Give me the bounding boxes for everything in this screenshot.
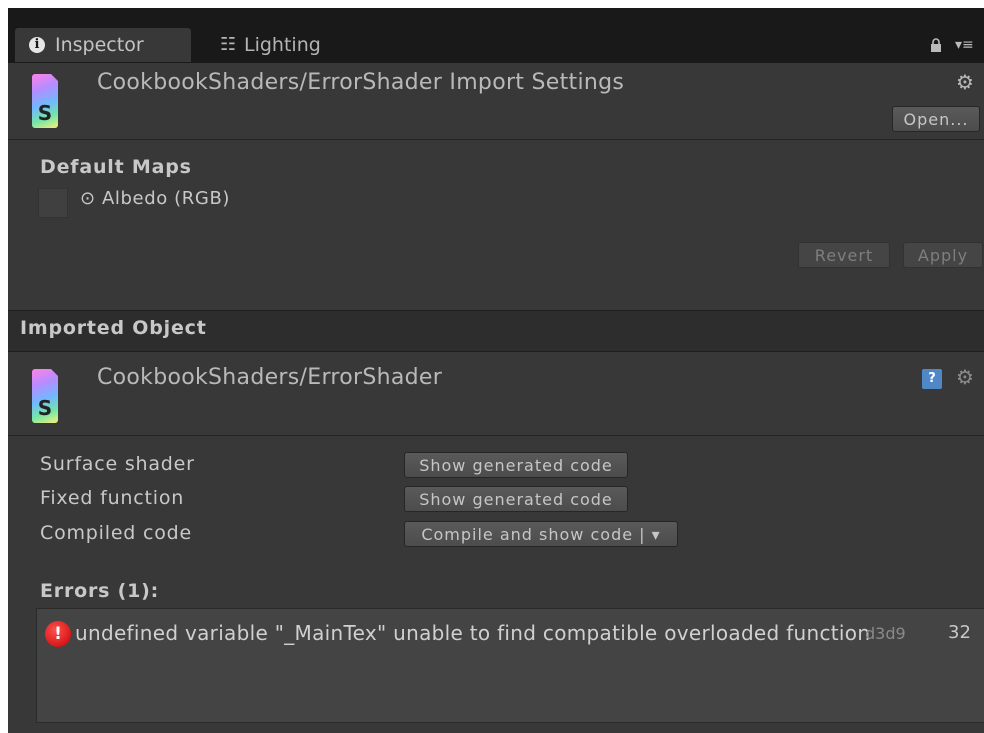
lighting-sliders-icon: ☷ bbox=[220, 34, 237, 55]
fixed-function-label: Fixed function bbox=[40, 487, 185, 509]
import-settings-title: CookbookShaders/ErrorShader Import Setti… bbox=[97, 70, 625, 95]
shader-file-icon: S bbox=[32, 74, 58, 128]
imported-object-bar: Imported Object bbox=[8, 310, 984, 352]
surface-shader-label: Surface shader bbox=[40, 453, 195, 475]
help-icon[interactable]: ? bbox=[922, 369, 942, 389]
show-generated-code-button[interactable]: Show generated code bbox=[404, 452, 628, 478]
info-icon: i bbox=[29, 37, 45, 53]
albedo-label: ⊙ Albedo (RGB) bbox=[80, 188, 231, 209]
revert-button[interactable]: Revert bbox=[798, 242, 890, 268]
error-icon: ! bbox=[45, 621, 71, 647]
context-menu-icon[interactable]: ▾≡ bbox=[955, 38, 981, 52]
gear-icon[interactable]: ⚙ bbox=[956, 365, 974, 389]
tab-lighting-label: Lighting bbox=[244, 34, 321, 56]
imported-object-title: CookbookShaders/ErrorShader bbox=[97, 365, 443, 390]
tab-inspector-label: Inspector bbox=[55, 34, 144, 56]
errors-label: Errors (1): bbox=[40, 580, 160, 602]
albedo-texture-slot[interactable] bbox=[38, 188, 68, 218]
tab-inspector[interactable]: i Inspector bbox=[15, 28, 191, 62]
gear-icon[interactable]: ⚙ bbox=[956, 70, 974, 94]
inspector-window: i Inspector ☷ Lighting ▾≡ S CookbookShad… bbox=[8, 8, 984, 733]
tab-lighting[interactable]: ☷ Lighting bbox=[216, 28, 366, 62]
object-divider bbox=[8, 435, 984, 436]
compiled-code-label: Compiled code bbox=[40, 522, 193, 544]
header-divider bbox=[8, 139, 984, 140]
default-maps-label: Default Maps bbox=[40, 156, 192, 178]
open-button[interactable]: Open... bbox=[892, 106, 980, 132]
shader-file-icon: S bbox=[32, 369, 58, 423]
error-line-number: 32 bbox=[948, 622, 971, 643]
lock-icon[interactable] bbox=[930, 38, 942, 52]
compile-and-show-code-dropdown[interactable]: Compile and show code | ▾ bbox=[404, 521, 678, 547]
apply-button[interactable]: Apply bbox=[903, 242, 983, 268]
error-message[interactable]: undefined variable "_MainTex" unable to … bbox=[75, 621, 875, 645]
tab-bar: i Inspector ☷ Lighting ▾≡ bbox=[8, 8, 984, 63]
imported-object-label: Imported Object bbox=[20, 317, 207, 339]
error-platform: d3d9 bbox=[865, 624, 906, 643]
show-generated-code-button[interactable]: Show generated code bbox=[404, 486, 628, 512]
